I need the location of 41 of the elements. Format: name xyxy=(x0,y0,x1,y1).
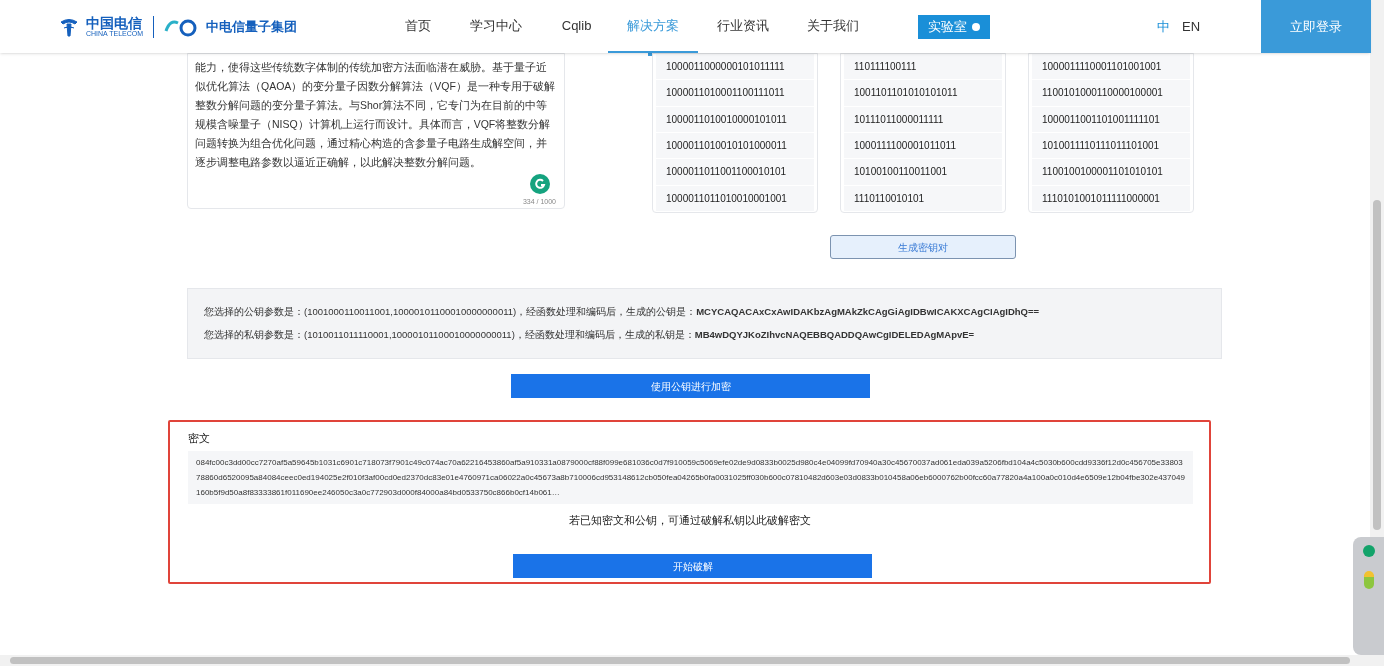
decrypt-button[interactable]: 开始破解 xyxy=(513,554,872,579)
binary-value[interactable]: 1000011010010101000011 xyxy=(656,133,814,160)
binary-value[interactable]: 1000011011010010001001 xyxy=(656,185,814,212)
binary-value[interactable]: 10100100110011001 xyxy=(844,159,1002,186)
binary-value[interactable]: 1000011010001100111011 xyxy=(656,80,814,107)
ciphertext-field: 084fc00c3dd00cc7270af5a59645b1031c6901c718073f7901c49c074ac70a62216453860af5a910331a0879000cf88f099e681036c0d7f910059c5069efe02de9d0833b0025d980c4e04099fd70940a30c45670037ad061eda039a5206fbd104a4c5030b600cdd9336f12d0c456705e3380378860d6520095a84084ceec0ed194025e2f010f3af00cd0ed2370dc83e01e4760971ca06022a0c45673a8b710006cd953148612cb050fea04265b0fa0031025ff030b600c07810482d603e03d0833b010458a06eb6000762b00fcc60a77820a4a100a0c010d4e6509e12b04fbe302e437049160b5f9d50a8f83333861f011690ee246050c3a0c772903d000f84000a84bd0533750c866b0cf14b061… xyxy=(188,450,1193,504)
scrollbar-thumb[interactable] xyxy=(10,657,1350,664)
nav-link[interactable]: 学习中心 xyxy=(447,0,546,53)
language-option[interactable]: 中 xyxy=(1157,16,1171,37)
hint-text: 若已知密文和公钥，可通过破解私钥以此破解密文 xyxy=(567,512,812,528)
binary-value[interactable]: 10111011000011111 xyxy=(844,106,1002,133)
group-name: 中电信量子集团 xyxy=(206,17,298,36)
key-info-text: 您选择的私钥参数是：(1010011011110001,10000101100010000000011)，经函数处理和编码后，生成的私钥是：MB4wDQYJKoZIhvcNAQEBBQADDQAwCgIDELEDAgMApvE= xyxy=(204,328,976,342)
nav-link[interactable]: 关于我们 xyxy=(788,0,879,53)
binary-value[interactable]: 110111100111 xyxy=(844,54,1002,81)
intro-paragraph: 能力，使得这些传统数字体制的传统加密方法面临潜在威胁。基于量子近似优化算法（QAOA）的变分量子因数分解算法（VQF）是一种专用于破解整数分解问题的变分量子算法。与Shor算法不同，它专门为在目前的中等规模含噪量子（NISQ）计算机上运行而设计。具体而言，VQF将整数分解问题转换为组合优化问题，通过精心构造的含参量子电路生成解空间，并逐步调整电路参数以逼近正确解，以此解决整数分解问题。 xyxy=(195,60,556,170)
bulb-icon[interactable] xyxy=(1363,571,1374,589)
binary-value[interactable]: 1110110010101 xyxy=(844,185,1002,212)
binary-value[interactable]: 1000011000000101011111 xyxy=(656,54,814,81)
key-info-text: 您选择的公钥参数是：(1001000110011001,10000101100010000000011)，经函数处理和编码后，生成的公钥是：MCYCAQACAxCxAwIDAKbzAgMAkZkCAgGiAgIDBwICAKXCAgCIAgIDhQ== xyxy=(204,304,1041,319)
scrollbar-thumb[interactable] xyxy=(1373,200,1381,530)
encrypt-button[interactable]: 使用公钥进行加密 xyxy=(511,374,870,398)
binary-value[interactable]: 1100100100001101010101 xyxy=(1032,159,1190,186)
binary-value[interactable]: 1001101101010101011 xyxy=(844,80,1002,107)
binary-value[interactable]: 1110101001011111000001 xyxy=(1032,185,1190,212)
binary-value[interactable]: 1100101000110000100001 xyxy=(1032,80,1190,107)
binary-value[interactable]: 1010011110111011101001 xyxy=(1032,133,1190,160)
binary-value[interactable]: 1000011010010000101011 xyxy=(656,106,814,133)
binary-value[interactable]: 1000011110001101001001 xyxy=(1032,54,1190,81)
binary-value[interactable]: 1000011001101001111101 xyxy=(1032,106,1190,133)
generate-keys-button[interactable]: 生成密钥对 xyxy=(830,235,1016,259)
nav-link[interactable]: 首页 xyxy=(389,0,448,53)
language-option[interactable]: EN xyxy=(1182,16,1201,37)
lab-button[interactable]: 实验室 xyxy=(918,14,991,39)
nav-link[interactable]: Cqlib xyxy=(545,0,609,53)
nav-link[interactable]: 行业资讯 xyxy=(698,0,789,53)
cipher-label: 密文 xyxy=(188,431,211,446)
brand-name: 中国电信 xyxy=(86,16,144,30)
grammar-icon xyxy=(530,174,550,194)
binary-value[interactable]: 1000011011001100010101 xyxy=(656,159,814,186)
binary-value[interactable]: 1000111100001011011 xyxy=(844,133,1002,160)
